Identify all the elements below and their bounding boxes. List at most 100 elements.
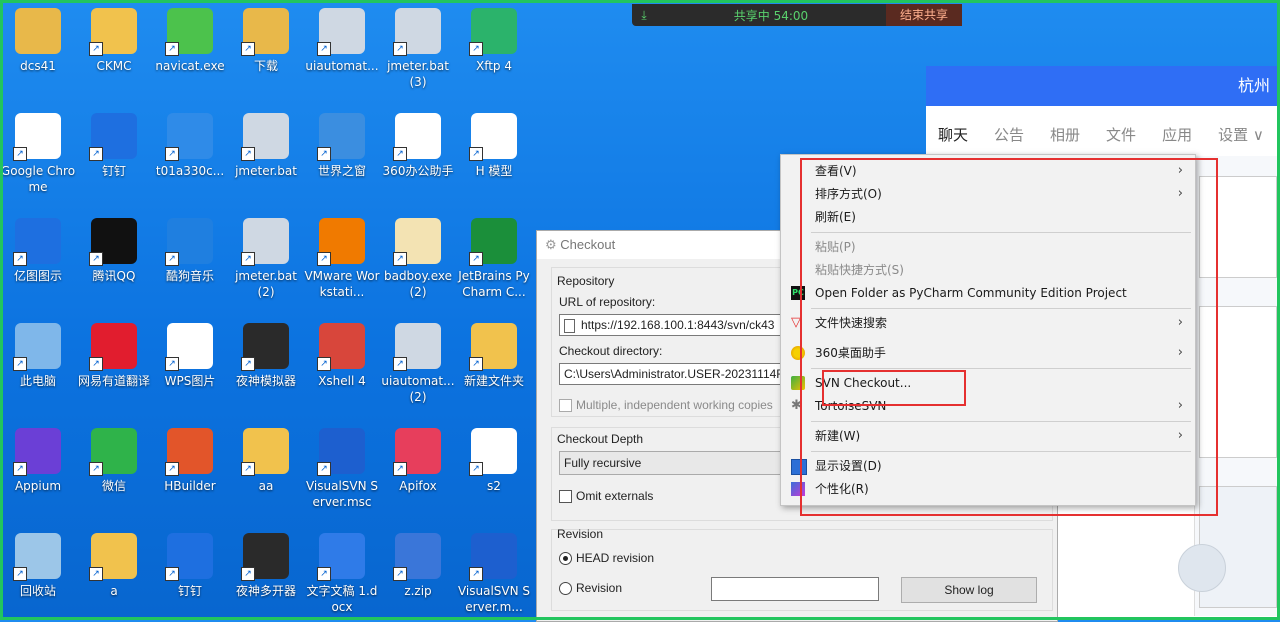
desktop-icon[interactable]: ↗ aa bbox=[228, 428, 304, 494]
desktop-icon[interactable]: ↗ CKMC bbox=[76, 8, 152, 74]
desktop-icon[interactable]: ↗ 网易有道翻译 bbox=[76, 323, 152, 389]
desktop-icon-label: badboy.exe (2) bbox=[383, 269, 453, 299]
desktop-icon[interactable]: ↗ H 模型 bbox=[456, 113, 532, 179]
tab-files[interactable]: 文件 bbox=[1106, 124, 1136, 145]
desktop-icon[interactable]: ↗ 钉钉 bbox=[152, 533, 228, 599]
desktop-icon[interactable]: ↗ 此电脑 bbox=[0, 323, 76, 389]
desktop-icon[interactable]: ↗ WPS图片 bbox=[152, 323, 228, 389]
desktop-icon[interactable]: ↗ 世界之窗 bbox=[304, 113, 380, 179]
menu-item-paste-shortcut[interactable]: 粘贴快捷方式(S) bbox=[781, 259, 1195, 281]
desktop-icon-label: dcs41 bbox=[20, 59, 56, 73]
desktop-icon[interactable]: ↗ badboy.exe (2) bbox=[380, 218, 456, 300]
desktop-icon[interactable]: ↗ 亿图图示 bbox=[0, 218, 76, 284]
desktop-icon[interactable]: ↗ 回收站 bbox=[0, 533, 76, 599]
desktop-icon[interactable]: ↗ 下载 bbox=[228, 8, 304, 74]
desktop-icon[interactable]: ↗ JetBrains PyCharm C... bbox=[456, 218, 532, 300]
omit-externals-checkbox[interactable]: Omit externals bbox=[559, 489, 653, 504]
shortcut-arrow-icon: ↗ bbox=[89, 147, 103, 161]
shortcut-arrow-icon: ↗ bbox=[469, 147, 483, 161]
desktop-icon[interactable]: ↗ navicat.exe bbox=[152, 8, 228, 74]
menu-separator bbox=[811, 451, 1191, 452]
desktop-icon[interactable]: ↗ 360办公助手 bbox=[380, 113, 456, 179]
head-revision-dot[interactable] bbox=[559, 552, 572, 566]
desktop-icon[interactable]: ↗ 腾讯QQ bbox=[76, 218, 152, 284]
desktop-icon-label: jmeter.bat bbox=[235, 164, 297, 178]
tab-announcement[interactable]: 公告 bbox=[994, 124, 1024, 145]
show-log-button[interactable]: Show log bbox=[901, 577, 1037, 603]
desktop-icon[interactable]: ↗ s2 bbox=[456, 428, 532, 494]
desktop-icon[interactable]: ↗ z.zip bbox=[380, 533, 456, 599]
desktop-icon[interactable]: ↗ VisualSVN Server.m... bbox=[456, 533, 532, 615]
menu-item-sort[interactable]: 排序方式(O) › bbox=[781, 183, 1195, 205]
desktop-icon[interactable]: ↗ 酷狗音乐 bbox=[152, 218, 228, 284]
app-icon: ↗ bbox=[317, 428, 365, 476]
desktop-icon-label: Apifox bbox=[399, 479, 437, 493]
desktop-icon[interactable]: ↗ uiautomat... bbox=[304, 8, 380, 74]
desktop-icon[interactable]: ↗ HBuilder bbox=[152, 428, 228, 494]
menu-item-new[interactable]: 新建(W) › bbox=[781, 425, 1195, 447]
personalize-icon bbox=[791, 482, 805, 496]
desktop-icon[interactable]: ↗ VisualSVN Server.msc bbox=[304, 428, 380, 510]
desktop-icon-label: aa bbox=[258, 479, 274, 493]
menu-item-tortoisesvn[interactable]: ✱ TortoiseSVN › bbox=[781, 395, 1195, 417]
desktop-icon[interactable]: ↗ 微信 bbox=[76, 428, 152, 494]
desktop-icon[interactable]: ↗ 新建文件夹 bbox=[456, 323, 532, 389]
shortcut-arrow-icon: ↗ bbox=[241, 357, 255, 371]
desktop-icon[interactable]: ↗ jmeter.bat (3) bbox=[380, 8, 456, 90]
desktop-icon[interactable]: ↗ Appium bbox=[0, 428, 76, 494]
menu-item-view[interactable]: 查看(V) › bbox=[781, 160, 1195, 182]
menu-item-svn-checkout[interactable]: SVN Checkout... bbox=[781, 372, 1195, 394]
app-icon: ↗ bbox=[393, 428, 441, 476]
tab-apps[interactable]: 应用 bbox=[1162, 124, 1192, 145]
share-status: 共享中 54:00 bbox=[733, 8, 809, 23]
desktop-icon[interactable]: ↗ t01a330c... bbox=[152, 113, 228, 179]
multiple-copies-box[interactable] bbox=[559, 399, 572, 413]
end-share-button[interactable]: 结束共享 bbox=[885, 4, 962, 26]
desktop-icon[interactable]: ↗ Xshell 4 bbox=[304, 323, 380, 389]
revision-dot[interactable] bbox=[559, 582, 572, 596]
desktop-icon-label: z.zip bbox=[404, 584, 432, 598]
app-icon: ↗ bbox=[317, 113, 365, 161]
menu-label: SVN Checkout... bbox=[815, 376, 912, 390]
desktop-icon[interactable]: ↗ Google Chrome bbox=[0, 113, 76, 195]
desktop-icon[interactable]: ↗ uiautomat... (2) bbox=[380, 323, 456, 405]
menu-item-personalize[interactable]: 个性化(R) bbox=[781, 478, 1195, 500]
desktop-icon[interactable]: ↗ 夜神多开器 bbox=[228, 533, 304, 599]
menu-item-360-assistant[interactable]: 360桌面助手 › bbox=[781, 342, 1195, 364]
desktop-icon[interactable]: ↗ 文字文稿 1.docx bbox=[304, 533, 380, 615]
url-value: https://192.168.100.1:8443/svn/ck43 bbox=[581, 318, 775, 332]
collapse-icon[interactable]: ⤓ bbox=[632, 8, 656, 23]
app-icon: ↗ bbox=[13, 428, 61, 476]
menu-item-file-search[interactable]: ▽ 文件快速搜索 › bbox=[781, 312, 1195, 334]
revision-input[interactable] bbox=[711, 577, 879, 601]
menu-item-display-settings[interactable]: 显示设置(D) bbox=[781, 455, 1195, 477]
desktop-icon-label: 回收站 bbox=[19, 584, 56, 598]
tab-settings[interactable]: 设置 ∨ bbox=[1218, 124, 1264, 145]
menu-item-paste[interactable]: 粘贴(P) bbox=[781, 236, 1195, 258]
desktop-icon[interactable]: ↗ Apifox bbox=[380, 428, 456, 494]
tab-chat[interactable]: 聊天 bbox=[938, 124, 968, 145]
app-icon: ↗ bbox=[393, 113, 441, 161]
desktop-icon[interactable]: ↗ jmeter.bat (2) bbox=[228, 218, 304, 300]
multiple-copies-checkbox[interactable]: Multiple, independent working copies bbox=[559, 398, 773, 413]
desktop-icon-label: CKMC bbox=[96, 59, 132, 73]
tab-album[interactable]: 相册 bbox=[1050, 124, 1080, 145]
checkout-title: Checkout bbox=[560, 237, 616, 252]
desktop-icon[interactable]: ↗ Xftp 4 bbox=[456, 8, 532, 74]
menu-item-refresh[interactable]: 刷新(E) bbox=[781, 206, 1195, 228]
menu-label: TortoiseSVN bbox=[815, 399, 887, 413]
head-revision-radio[interactable]: HEAD revision bbox=[559, 551, 654, 566]
revision-radio[interactable]: Revision bbox=[559, 581, 622, 596]
desktop-icon[interactable]: ↗ jmeter.bat bbox=[228, 113, 304, 179]
shortcut-arrow-icon: ↗ bbox=[241, 462, 255, 476]
app-icon: ↗ bbox=[317, 218, 365, 266]
app-icon: ↗ bbox=[469, 533, 517, 581]
omit-externals-box[interactable] bbox=[559, 490, 572, 504]
desktop-icon[interactable]: ↗ 钉钉 bbox=[76, 113, 152, 179]
desktop-icon[interactable]: ↗ 夜神模拟器 bbox=[228, 323, 304, 389]
desktop-icon[interactable]: ↗ a bbox=[76, 533, 152, 599]
desktop-icon[interactable]: dcs41 bbox=[0, 8, 76, 74]
menu-item-open-pycharm[interactable]: PC Open Folder as PyCharm Community Edit… bbox=[781, 282, 1195, 304]
app-icon: ↗ bbox=[89, 8, 137, 56]
desktop-icon[interactable]: ↗ VMware Workstati... bbox=[304, 218, 380, 300]
